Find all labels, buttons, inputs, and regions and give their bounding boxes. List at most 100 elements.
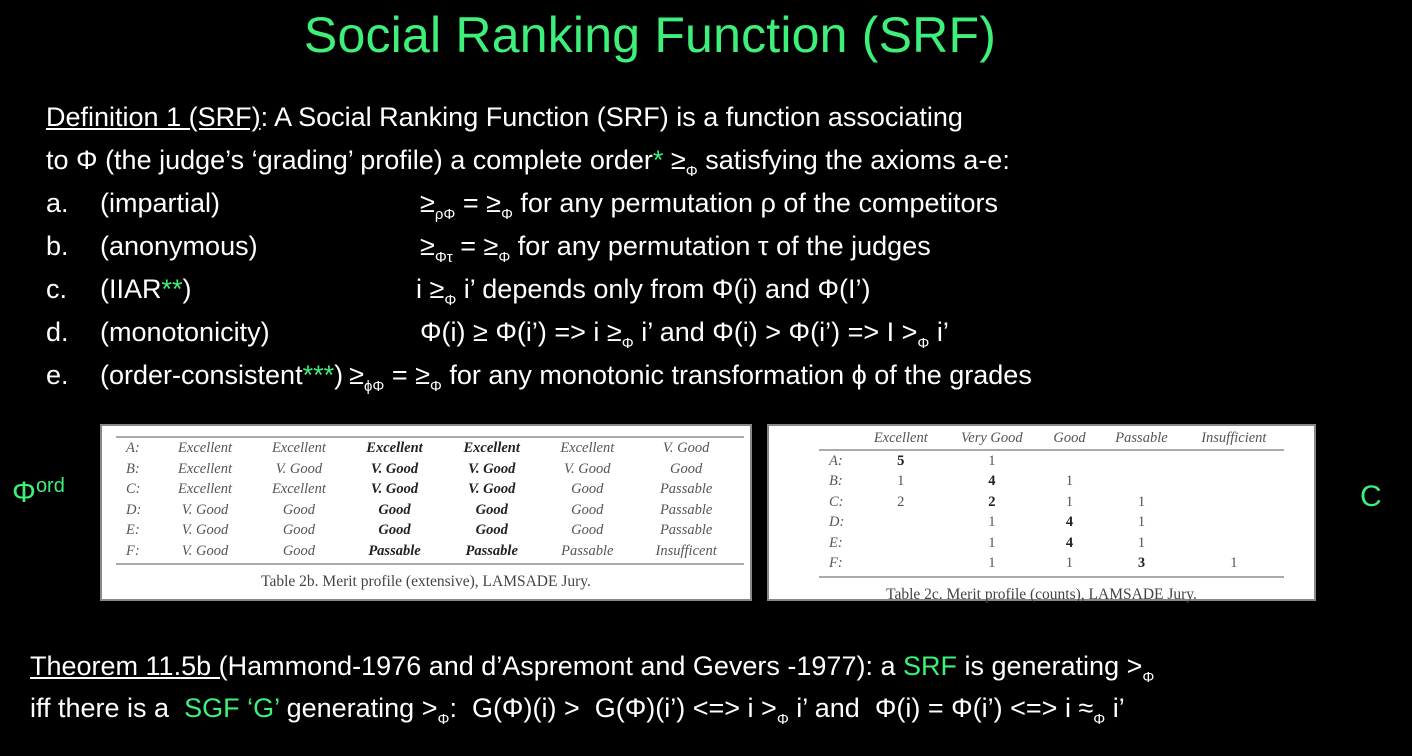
table-header-row: Excellent Very Good Good Passable Insufficie… [819, 428, 1284, 451]
table-cell: 1 [1065, 555, 1074, 572]
table-cell: Good [282, 501, 316, 518]
table-cell [1184, 512, 1284, 533]
subscript: Φ [917, 335, 930, 352]
table-cell: Good [475, 522, 508, 539]
axiom-name-text: (monotonicity) [100, 317, 270, 347]
table-row: B: 1 4 1 [819, 471, 1284, 492]
table-cell: V. Good [181, 542, 229, 559]
table-row: D: 1 4 1 [819, 512, 1284, 533]
table-cell: 1 [897, 473, 905, 490]
table-cell: Excellent [271, 481, 326, 498]
table-2c-image: Excellent Very Good Good Passable Insufficie… [767, 424, 1316, 603]
axiom-statement: ≥Φτ = ≥Φ for any permutation τ of the ju… [420, 225, 931, 268]
table-cell: 1 [1137, 493, 1146, 510]
row-key: E: [126, 522, 140, 539]
subscript: Φ [621, 335, 634, 352]
statement-text: i’ depends only from Φ(i) and Φ(I’) [456, 274, 871, 304]
subscript: Φ [1142, 669, 1155, 686]
table-row: E: V. Good Good Good Good Good Passable [116, 520, 738, 541]
statement-text: Φ(i) ≥ Φ(i’) => i ≥ [420, 317, 622, 347]
theorem-text: : G(Φ)(i) > G(Φ)(i’) <=> i > [449, 693, 777, 723]
row-key: D: [126, 501, 142, 518]
table-cell: 1 [988, 555, 996, 572]
table-cell: Excellent [178, 481, 232, 498]
axiom-name: (monotonicity) [100, 311, 420, 354]
axiom-statement: ≥ϕΦ = ≥Φ for any monotonic transformatio… [349, 354, 1032, 397]
axiom-name-text: (anonymous) [100, 231, 258, 261]
footnote-star: *** [302, 360, 335, 390]
table-row: E: 1 4 1 [819, 533, 1284, 554]
axiom-label: a. [46, 188, 69, 218]
theorem-text: i’ [1105, 693, 1125, 723]
definition-line-2: to Φ (the judge’s ‘grading’ profile) a c… [46, 139, 1032, 182]
subscript: Φ [500, 206, 513, 223]
axiom-list: a. (impartial) ≥ρΦ = ≥Φ for any permutatio… [46, 182, 1032, 397]
table-cell [1099, 450, 1183, 472]
superscript: ord [35, 475, 65, 497]
table-cell: 1 [988, 514, 996, 531]
table-cell: Passable [659, 481, 713, 498]
axiom-name: (anonymous) [100, 225, 420, 268]
table-cell: Passable [659, 501, 713, 518]
table-cell: Good [670, 460, 703, 477]
table-cell: Passable [561, 542, 614, 559]
table-2b: A: Excellent Excellent Excellent Excellent Ex… [116, 438, 738, 561]
column-header: Insufficient [1183, 428, 1284, 451]
row-key: D: [829, 514, 845, 531]
table-row: C: Excellent Excellent V. Good V. Good Good Pa… [116, 479, 738, 500]
definition-text: to Φ (the judge’s ‘grading’ profile) a c… [46, 145, 653, 175]
slide-title: Social Ranking Function (SRF) [303, 7, 997, 63]
table-cell: 1 [1137, 514, 1146, 531]
subscript: Φ [429, 378, 442, 395]
axiom-name-close: ) [334, 360, 344, 390]
table-cell: V. Good [662, 440, 710, 457]
axiom-item: c. (IIAR**) i ≥Φ i’ depends only from Φ(i)… [46, 268, 1032, 311]
axiom-label: e. [46, 360, 69, 390]
table-cell: 4 [1065, 534, 1074, 551]
table-2b-image: A: Excellent Excellent Excellent Excellent Ex… [100, 424, 752, 601]
row-key: B: [126, 460, 140, 477]
table-cell: Excellent [178, 440, 232, 457]
table-2c: Excellent Very Good Good Passable Insufficie… [819, 428, 1284, 574]
statement-text: = ≥ [455, 188, 501, 218]
row-key: F: [126, 542, 140, 559]
phi-symbol: Φ [12, 476, 36, 509]
table-2c-caption: Table 2c. Merit profile (counts), LAMSAD… [886, 585, 1197, 603]
statement-text: for any monotonic transformation ϕ of th… [441, 360, 1032, 390]
table-cell: Good [378, 501, 411, 518]
table-cell: 1 [988, 452, 996, 469]
axiom-name-text: (IIAR [100, 274, 162, 304]
table-cell: Passable [465, 542, 518, 559]
table-cell: 3 [1137, 555, 1146, 572]
table-cell [858, 553, 944, 574]
table-cell: V. Good [370, 460, 419, 477]
table-cell: Good [282, 522, 316, 539]
axiom-item: b. (anonymous) ≥Φτ = ≥Φ for any permutatio… [46, 225, 1032, 268]
column-header: Very Good [943, 428, 1040, 451]
axiom-name-close: ) [182, 274, 192, 304]
table-cell: Good [571, 522, 604, 539]
table-cell: Insufficent [655, 542, 717, 559]
table-cell [1184, 450, 1284, 472]
statement-text: i’ and Φ(i) > Φ(i’) => I > [633, 317, 918, 347]
subscript: Φ [685, 163, 698, 180]
table-cell: Passable [368, 542, 421, 559]
subscript: ρΦ [434, 206, 456, 223]
axiom-name-text: (impartial) [100, 188, 221, 218]
table-cell [1184, 471, 1284, 492]
statement-text: = ≥ [384, 360, 430, 390]
axiom-name: (order-consistent***) [100, 354, 343, 397]
row-key: A: [829, 452, 843, 469]
statement-text: for any permutation ρ of the competitors [512, 188, 998, 218]
table-cell [1099, 471, 1183, 492]
axiom-label: d. [46, 317, 69, 347]
table-cell: Excellent [463, 440, 520, 457]
statement-text: i ≥ [416, 274, 445, 304]
table-cell: 2 [988, 493, 996, 510]
sgf-term: SGF ‘G’ [184, 693, 280, 723]
table-cell [1040, 450, 1100, 472]
subscript: ϕΦ [363, 378, 385, 395]
row-key: E: [829, 534, 843, 551]
theorem-text: iff there is a [30, 693, 185, 723]
table-cell: Excellent [178, 460, 232, 477]
